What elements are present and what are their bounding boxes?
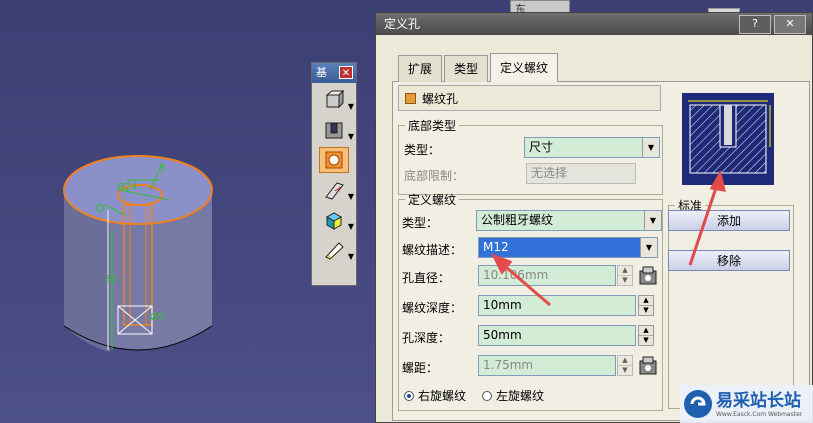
pitch-spinner: ▲ ▼ [617, 355, 633, 376]
cylinder-model[interactable]: 5 Ø24 D 30 Ø5 [0, 0, 300, 423]
pitch-label: 螺距： [402, 361, 439, 375]
hole-depth-field[interactable]: 50mm [478, 325, 636, 346]
formula-icon[interactable] [638, 265, 658, 286]
watermark-title: 易采站长站 [716, 390, 801, 411]
svg-text:Ø5: Ø5 [150, 311, 164, 323]
add-standard-button[interactable]: 添加 [668, 210, 790, 231]
chevron-down-icon[interactable]: ▼ [644, 211, 661, 230]
tab-thread-definition[interactable]: 定义螺纹 [490, 53, 559, 82]
dialog-titlebar[interactable]: 定义孔 ? ✕ [376, 13, 812, 35]
thread-definition-legend: 定义螺纹 [408, 193, 457, 207]
thread-depth-spinner[interactable]: ▲ ▼ [638, 295, 654, 316]
site-logo-icon [684, 390, 712, 418]
solid-icon [325, 212, 343, 230]
toolbar-title-text: 基 [316, 66, 327, 79]
bottom-limit-row: 底部限制： [404, 167, 464, 184]
watermark-subtitle: Www.Easck.Com Webmaster [716, 410, 803, 418]
hole-depth-label: 孔深度： [402, 331, 451, 345]
svg-text:D: D [96, 202, 104, 215]
hole-depth-value: 50mm [483, 328, 522, 342]
thread-type-select[interactable]: 公制粗牙螺纹 ▼ [476, 210, 662, 231]
left-thread-radio[interactable] [482, 390, 493, 401]
bottom-type-row: 类型： [404, 141, 440, 158]
hole-diameter-value: 10.106mm [483, 268, 549, 282]
rib-icon [325, 182, 344, 200]
close-button[interactable]: ✕ [774, 15, 806, 34]
pad-tool-button[interactable]: ▼ [319, 87, 354, 113]
bottom-limit-value: 无选择 [531, 166, 568, 180]
define-hole-dialog[interactable]: 定义孔 ? ✕ 扩展 类型 定义螺纹 螺纹孔 底部类型 类型： 尺寸 ▼ 底部限… [375, 12, 813, 423]
bottom-type-legend: 底部类型 [408, 119, 457, 133]
floating-toolbar[interactable]: 基 ✕ ▼ ▼ ▼ ▼ ▼ [311, 62, 357, 286]
thread-type-value: 公制粗牙螺纹 [481, 213, 554, 227]
svg-text:5: 5 [159, 162, 166, 175]
chevron-down-icon[interactable]: ▼ [642, 138, 659, 157]
hole-icon [325, 151, 343, 169]
thread-description-select[interactable]: M12 ▼ [478, 237, 658, 258]
pad-icon [325, 89, 345, 109]
left-thread-label: 左旋螺纹 [496, 389, 545, 403]
toolbar-close-button[interactable]: ✕ [339, 66, 353, 79]
hole-preview-image [682, 93, 774, 185]
hole-diameter-field: 10.106mm [478, 265, 616, 286]
pocket-icon [325, 122, 343, 139]
bottom-limit-field: 无选择 [526, 163, 636, 184]
sketch-icon [325, 242, 344, 260]
thread-type-label: 类型： [402, 216, 439, 230]
tab-type[interactable]: 类型 [444, 55, 489, 82]
chevron-down-icon[interactable]: ▼ [640, 238, 657, 257]
bottom-type-label: 类型： [404, 143, 441, 157]
dialog-title: 定义孔 [384, 17, 421, 31]
site-watermark: 易采站长站 Www.Easck.Com Webmaster [680, 385, 813, 423]
thread-direction-row: 右旋螺纹 左旋螺纹 [404, 387, 544, 404]
threaded-checkbox-row[interactable]: 螺纹孔 [398, 85, 661, 111]
svg-text:30: 30 [104, 274, 117, 285]
solid-tool-button[interactable]: ▼ [319, 207, 354, 233]
threaded-checkbox[interactable] [405, 92, 416, 104]
help-button[interactable]: ? [739, 15, 771, 34]
thread-description-value: M12 [483, 240, 509, 254]
bottom-type-value: 尺寸 [529, 140, 554, 154]
right-thread-label: 右旋螺纹 [418, 389, 467, 403]
thread-depth-value: 10mm [483, 298, 522, 312]
pitch-field: 1.75mm [478, 355, 616, 376]
toolbar-title: 基 ✕ [312, 63, 356, 83]
pitch-value: 1.75mm [483, 358, 534, 372]
threaded-label: 螺纹孔 [422, 91, 459, 106]
thread-description-label: 螺纹描述： [402, 243, 463, 257]
sketch-tool-button[interactable]: ▼ [319, 237, 354, 263]
thread-depth-field[interactable]: 10mm [478, 295, 636, 316]
right-thread-radio[interactable] [404, 390, 414, 401]
tab-bar: 扩展 类型 定义螺纹 [398, 53, 560, 82]
formula-icon[interactable] [638, 355, 658, 376]
bottom-limit-label: 底部限制： [404, 169, 465, 183]
thread-depth-label: 螺纹深度： [402, 301, 463, 315]
hole-tool-button[interactable] [319, 147, 349, 173]
svg-text:Ø24: Ø24 [117, 181, 138, 193]
bottom-type-select[interactable]: 尺寸 ▼ [524, 137, 660, 158]
hole-diameter-spinner: ▲ ▼ [617, 265, 633, 286]
rib-tool-button[interactable]: ▼ [319, 177, 354, 203]
pocket-tool-button[interactable]: ▼ [319, 117, 354, 143]
remove-standard-button[interactable]: 移除 [668, 250, 790, 271]
tab-extension[interactable]: 扩展 [398, 55, 443, 82]
hole-depth-spinner[interactable]: ▲ ▼ [638, 325, 654, 346]
hole-diameter-label: 孔直径： [402, 271, 451, 285]
